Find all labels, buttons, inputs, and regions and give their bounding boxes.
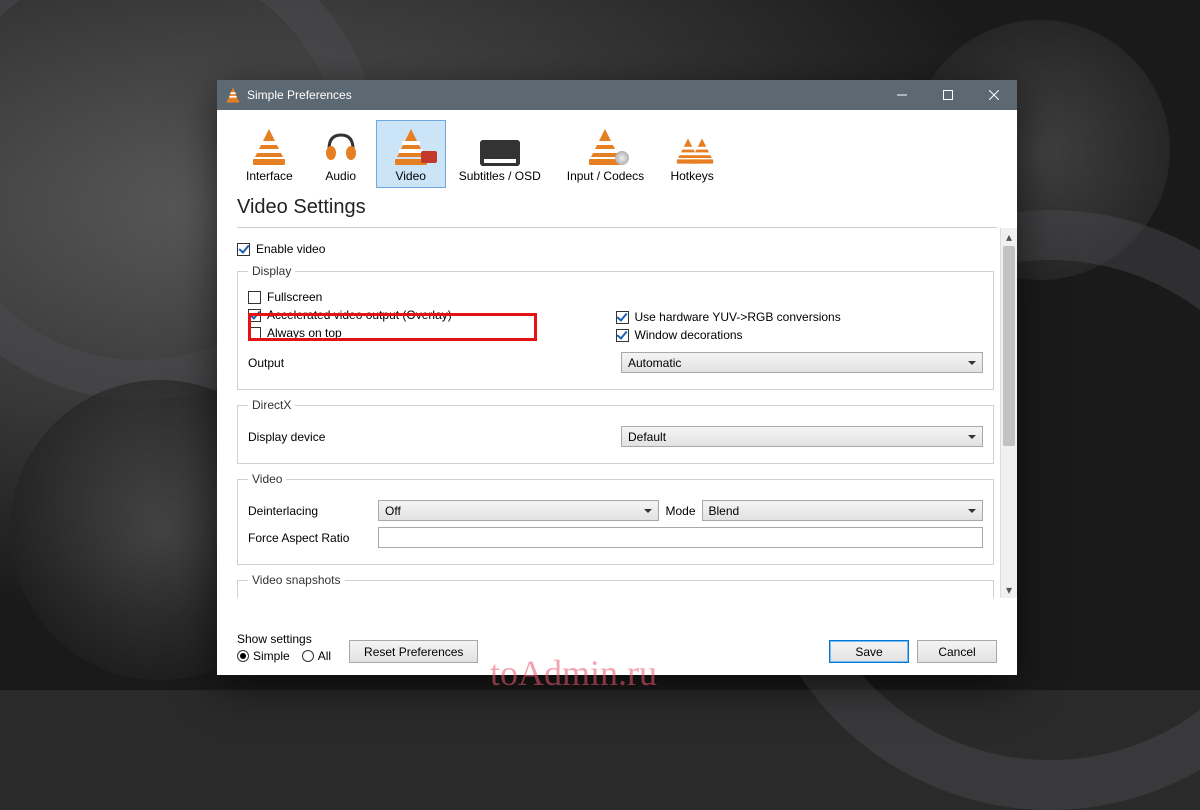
fullscreen-row[interactable]: Fullscreen (248, 290, 616, 304)
settings-content: Enable video Display Fullscreen Accelera… (217, 228, 1000, 598)
display-device-dropdown[interactable]: Default (621, 426, 983, 447)
display-legend: Display (248, 264, 295, 278)
vlc-cone-icon (225, 87, 241, 103)
tab-video[interactable]: Video (376, 120, 446, 188)
cone-film-icon (395, 129, 427, 165)
mode-label: Mode (665, 504, 695, 518)
yuv-rgb-row[interactable]: Use hardware YUV->RGB conversions (616, 310, 984, 324)
window-decorations-label: Window decorations (635, 328, 743, 342)
accelerated-checkbox[interactable] (248, 309, 261, 322)
tab-input-codecs[interactable]: Input / Codecs (554, 120, 657, 188)
tab-subtitles[interactable]: Subtitles / OSD (446, 120, 554, 188)
directx-group: DirectX Display device Default (237, 398, 994, 464)
enable-video-checkbox[interactable] (237, 243, 250, 256)
vertical-scrollbar[interactable]: ▴ ▾ (1000, 228, 1017, 598)
scrollbar-thumb[interactable] (1003, 246, 1015, 446)
tab-audio[interactable]: Audio (306, 120, 376, 188)
simple-radio-label: Simple (253, 649, 290, 663)
window-title: Simple Preferences (247, 88, 879, 102)
enable-video-row[interactable]: Enable video (237, 242, 994, 256)
scroll-up-icon[interactable]: ▴ (1001, 228, 1017, 245)
accelerated-label: Accelerated video output (Overlay) (267, 308, 452, 322)
all-radio[interactable] (302, 650, 314, 662)
display-device-label: Display device (248, 430, 348, 444)
mode-dropdown[interactable]: Blend (702, 500, 983, 521)
output-dropdown[interactable]: Automatic (621, 352, 983, 373)
subtitles-icon (480, 140, 520, 166)
enable-video-label: Enable video (256, 242, 325, 256)
yuv-rgb-checkbox[interactable] (616, 311, 629, 324)
tab-hotkeys[interactable]: Hotkeys (657, 120, 727, 188)
display-device-value: Default (628, 430, 666, 444)
force-aspect-label: Force Aspect Ratio (248, 531, 378, 545)
snapshots-legend: Video snapshots (248, 573, 345, 587)
headphones-icon (323, 129, 359, 165)
tab-label: Interface (246, 169, 293, 183)
cone-disc-icon (589, 129, 621, 165)
fullscreen-label: Fullscreen (267, 290, 322, 304)
output-label: Output (248, 356, 348, 370)
accelerated-row[interactable]: Accelerated video output (Overlay) (248, 308, 616, 322)
always-on-top-row[interactable]: Always on top (248, 326, 616, 340)
always-on-top-label: Always on top (267, 326, 342, 340)
simple-radio[interactable] (237, 650, 249, 662)
always-on-top-checkbox[interactable] (248, 327, 261, 340)
snapshots-group: Video snapshots Directory Browse (237, 573, 994, 598)
display-group: Display Fullscreen Accelerated video out… (237, 264, 994, 390)
reset-button[interactable]: Reset Preferences (349, 640, 478, 663)
output-value: Automatic (628, 356, 681, 370)
deinterlacing-label: Deinterlacing (248, 504, 378, 518)
directx-legend: DirectX (248, 398, 295, 412)
titlebar[interactable]: Simple Preferences (217, 80, 1017, 110)
mode-value: Blend (709, 504, 740, 518)
footer: Show settings Simple All Reset Preferenc… (217, 626, 1017, 675)
window-decorations-row[interactable]: Window decorations (616, 328, 984, 342)
tab-label: Audio (325, 169, 356, 183)
preferences-window: Simple Preferences Interface Audio Video… (217, 80, 1017, 675)
minimize-button[interactable] (879, 80, 925, 110)
window-decorations-checkbox[interactable] (616, 329, 629, 342)
cone-icon (253, 129, 285, 165)
tab-label: Input / Codecs (567, 169, 644, 183)
scroll-down-icon[interactable]: ▾ (1001, 581, 1017, 598)
save-button[interactable]: Save (829, 640, 909, 663)
deinterlacing-value: Off (385, 504, 401, 518)
cancel-button[interactable]: Cancel (917, 640, 997, 663)
force-aspect-input[interactable] (378, 527, 983, 548)
page-title: Video Settings (217, 194, 1017, 227)
maximize-button[interactable] (925, 80, 971, 110)
fullscreen-checkbox[interactable] (248, 291, 261, 304)
tab-label: Subtitles / OSD (459, 169, 541, 183)
deinterlacing-dropdown[interactable]: Off (378, 500, 659, 521)
cones-icon (672, 129, 712, 165)
video-group: Video Deinterlacing Off Mode Blend Force… (237, 472, 994, 565)
tab-interface[interactable]: Interface (233, 120, 306, 188)
tab-label: Video (395, 169, 425, 183)
tab-label: Hotkeys (670, 169, 713, 183)
video-legend: Video (248, 472, 286, 486)
show-settings-label: Show settings (237, 632, 339, 646)
close-button[interactable] (971, 80, 1017, 110)
all-radio-label: All (318, 649, 331, 663)
category-tabs: Interface Audio Video Subtitles / OSD In… (217, 110, 1017, 194)
yuv-rgb-label: Use hardware YUV->RGB conversions (635, 310, 841, 324)
